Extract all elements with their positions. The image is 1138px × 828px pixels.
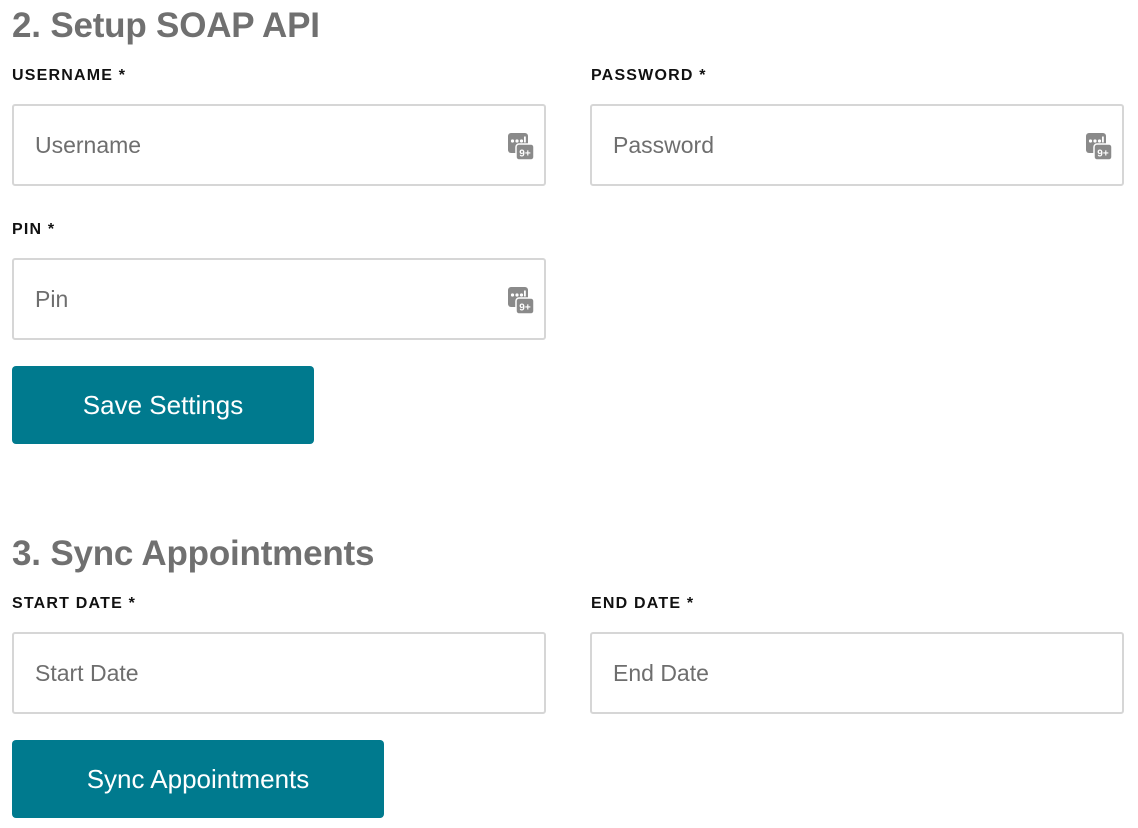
svg-text:9+: 9+ — [519, 303, 531, 314]
save-settings-button[interactable]: Save Settings — [12, 366, 314, 444]
setup-soap-api-heading: 2. Setup SOAP API — [12, 6, 320, 45]
password-field-container: 9+ — [590, 104, 1124, 186]
numeric-keypad-icon[interactable]: 9+ — [1086, 133, 1112, 161]
pin-field-container: 9+ — [12, 258, 546, 340]
end-date-field-container — [590, 632, 1124, 714]
username-input[interactable] — [14, 106, 544, 184]
username-field-container: 9+ — [12, 104, 546, 186]
username-label: USERNAME * — [12, 67, 127, 84]
password-label: PASSWORD * — [591, 67, 707, 84]
end-date-input[interactable] — [592, 634, 1122, 712]
numeric-keypad-icon[interactable]: 9+ — [508, 133, 534, 161]
start-date-label: START DATE * — [12, 595, 137, 612]
svg-text:9+: 9+ — [1097, 149, 1109, 160]
svg-text:9+: 9+ — [519, 149, 531, 160]
numeric-keypad-icon[interactable]: 9+ — [508, 287, 534, 315]
pin-label: PIN * — [12, 221, 56, 238]
password-input[interactable] — [592, 106, 1122, 184]
start-date-input[interactable] — [14, 634, 544, 712]
end-date-label: END DATE * — [591, 595, 695, 612]
sync-appointments-heading: 3. Sync Appointments — [12, 534, 375, 573]
pin-input[interactable] — [14, 260, 544, 338]
sync-appointments-button[interactable]: Sync Appointments — [12, 740, 384, 818]
start-date-field-container — [12, 632, 546, 714]
